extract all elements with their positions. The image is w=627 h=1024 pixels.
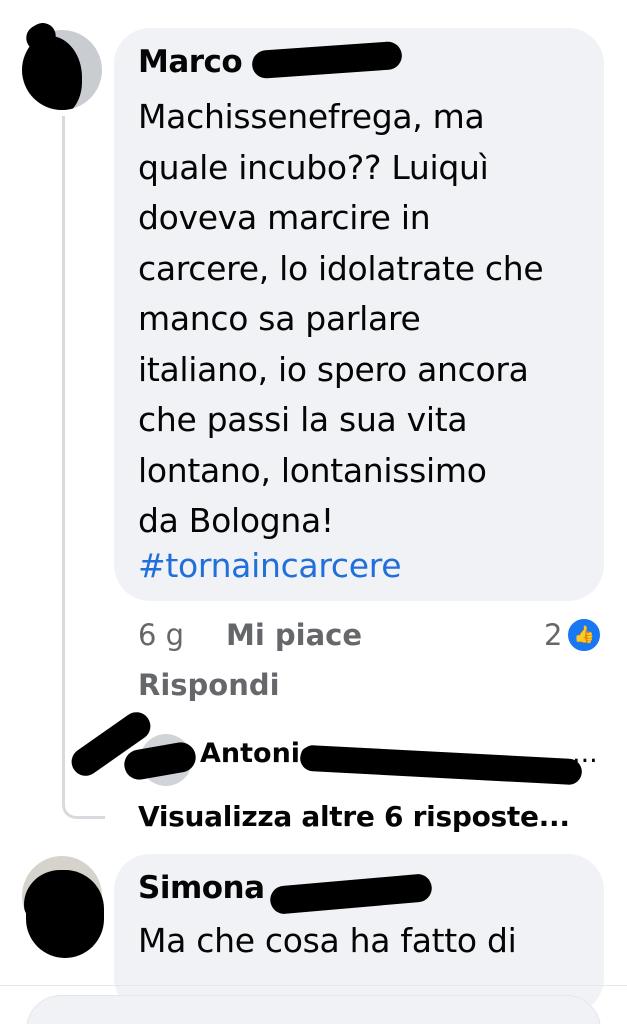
comment-text: Ma che cosa ha fatto di xyxy=(138,921,517,960)
reaction-count: 2 xyxy=(544,618,563,652)
comment-text: Machissenefrega, ma quale incubo?? Luiqu… xyxy=(138,97,544,540)
divider xyxy=(0,985,627,986)
redaction-mark xyxy=(26,870,104,958)
reply-button[interactable]: Rispondi xyxy=(138,668,280,702)
view-more-replies-link[interactable]: Visualizza altre 6 risposte... xyxy=(138,800,570,833)
like-button[interactable]: Mi piace xyxy=(226,618,362,652)
comment-timestamp[interactable]: 6 g xyxy=(138,618,184,652)
hashtag-link[interactable]: #tornaincarcere xyxy=(138,541,402,592)
redaction-mark xyxy=(299,744,583,786)
comment-author[interactable]: Simona xyxy=(138,870,265,906)
comment-author[interactable]: Marco xyxy=(138,44,243,80)
comment-thread: Marco Machissenefrega, ma quale incubo??… xyxy=(0,0,627,1024)
reaction-summary[interactable]: 2 👍 xyxy=(544,616,604,654)
comment-input[interactable] xyxy=(26,995,601,1024)
like-icon: 👍 xyxy=(565,616,604,654)
thread-line xyxy=(62,116,105,819)
